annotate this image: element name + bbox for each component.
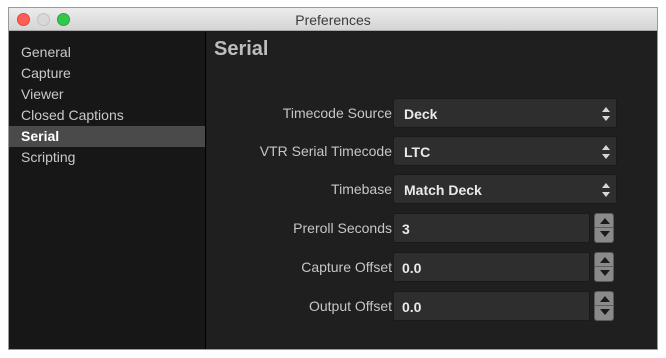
- preroll-seconds-row: Preroll Seconds: [207, 213, 657, 243]
- vtr-serial-timecode-label: VTR Serial Timecode: [259, 143, 392, 159]
- timecode-source-value: Deck: [404, 106, 438, 122]
- sidebar-item-general[interactable]: General: [9, 42, 205, 63]
- increment-up-arrow-icon[interactable]: [595, 214, 613, 228]
- capture-offset-input[interactable]: [402, 259, 582, 277]
- timecode-source-label: Timecode Source: [282, 105, 392, 121]
- capture-offset-stepper[interactable]: [594, 252, 614, 282]
- select-arrows-icon: [602, 107, 610, 121]
- sidebar-item-capture[interactable]: Capture: [9, 63, 205, 84]
- timecode-source-select[interactable]: Deck: [393, 98, 617, 128]
- timebase-label: Timebase: [331, 181, 392, 197]
- timebase-select[interactable]: Match Deck: [393, 174, 617, 204]
- output-offset-label: Output Offset: [308, 298, 392, 314]
- capture-offset-row: Capture Offset: [207, 252, 657, 282]
- sidebar: General Capture Viewer Closed Captions S…: [9, 32, 206, 349]
- timecode-source-row: Timecode Source Deck: [207, 98, 657, 128]
- timebase-value: Match Deck: [404, 182, 482, 198]
- serial-settings-panel: Serial Timecode Source Deck VTR Serial T…: [207, 32, 657, 349]
- capture-offset-field[interactable]: [393, 252, 590, 282]
- select-arrows-icon: [602, 183, 610, 197]
- preferences-window: Preferences General Capture Viewer Close…: [8, 7, 658, 350]
- vtr-serial-timecode-select[interactable]: LTC: [393, 136, 617, 166]
- vtr-serial-timecode-row: VTR Serial Timecode LTC: [207, 136, 657, 166]
- sidebar-item-scripting[interactable]: Scripting: [9, 147, 205, 168]
- sidebar-item-closed-captions[interactable]: Closed Captions: [9, 105, 205, 126]
- page-title: Serial: [214, 38, 269, 60]
- output-offset-row: Output Offset: [207, 291, 657, 321]
- decrement-down-arrow-icon[interactable]: [595, 306, 613, 320]
- output-offset-field[interactable]: [393, 291, 590, 321]
- output-offset-stepper[interactable]: [594, 291, 614, 321]
- window-title: Preferences: [295, 12, 371, 28]
- preroll-seconds-stepper[interactable]: [594, 213, 614, 243]
- title-bar[interactable]: Preferences: [9, 8, 657, 31]
- timebase-row: Timebase Match Deck: [207, 174, 657, 204]
- decrement-down-arrow-icon[interactable]: [595, 228, 613, 242]
- increment-up-arrow-icon[interactable]: [595, 292, 613, 306]
- select-arrows-icon: [602, 145, 610, 159]
- sidebar-item-serial[interactable]: Serial: [9, 126, 205, 147]
- sidebar-item-viewer[interactable]: Viewer: [9, 84, 205, 105]
- preroll-seconds-label: Preroll Seconds: [293, 220, 392, 236]
- output-offset-input[interactable]: [402, 298, 582, 316]
- decrement-down-arrow-icon[interactable]: [595, 267, 613, 281]
- capture-offset-label: Capture Offset: [301, 259, 392, 275]
- increment-up-arrow-icon[interactable]: [595, 253, 613, 267]
- preroll-seconds-input[interactable]: [402, 220, 582, 238]
- vtr-serial-timecode-value: LTC: [404, 144, 431, 160]
- preroll-seconds-field[interactable]: [393, 213, 590, 243]
